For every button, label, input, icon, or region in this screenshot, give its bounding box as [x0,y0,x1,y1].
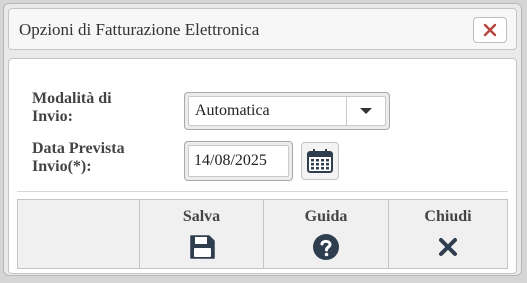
toolbar-empty-cell [18,200,140,268]
close-label: Chiudi [424,208,472,225]
calendar-button[interactable] [301,142,339,180]
calendar-icon [307,149,333,173]
date-input[interactable]: 14/08/2025 [188,145,289,177]
close-button[interactable]: Chiudi [389,200,507,268]
options-form: Modalità di Invio: Automatica Data Previ… [17,63,508,192]
date-label: Data Prevista Invio(*): [32,140,125,176]
caret-down-icon [360,107,372,114]
x-icon [439,238,457,256]
mode-label-line2: Invio: [32,108,73,125]
date-input-wrapper[interactable]: 14/08/2025 [184,141,293,181]
dialog-titlebar: Opzioni di Fatturazione Elettronica [8,8,517,50]
dropdown-toggle[interactable] [346,97,385,125]
mode-select[interactable]: Automatica [184,92,390,130]
save-label: Salva [182,208,221,225]
dialog-title: Opzioni di Fatturazione Elettronica [19,20,260,39]
question-circle-icon [313,234,339,260]
date-label-line2: Invio(*): [32,158,92,175]
help-button[interactable]: Guida [264,200,389,268]
dialog-close-button[interactable] [473,17,507,43]
close-icon [483,23,497,37]
mode-label: Modalità di Invio: [32,90,112,126]
date-label-line1: Data Prevista [32,140,125,157]
mode-select-value: Automatica [195,102,270,119]
dialog-body: Modalità di Invio: Automatica Data Previ… [8,58,517,274]
action-toolbar: Salva Guida Chiudi [17,199,508,269]
fatturazione-dialog: Opzioni di Fatturazione Elettronica Moda… [3,3,522,276]
mode-label-line1: Modalità di [32,90,112,107]
floppy-disk-icon [189,235,215,259]
save-button[interactable]: Salva [140,200,264,268]
help-label: Guida [304,208,348,225]
